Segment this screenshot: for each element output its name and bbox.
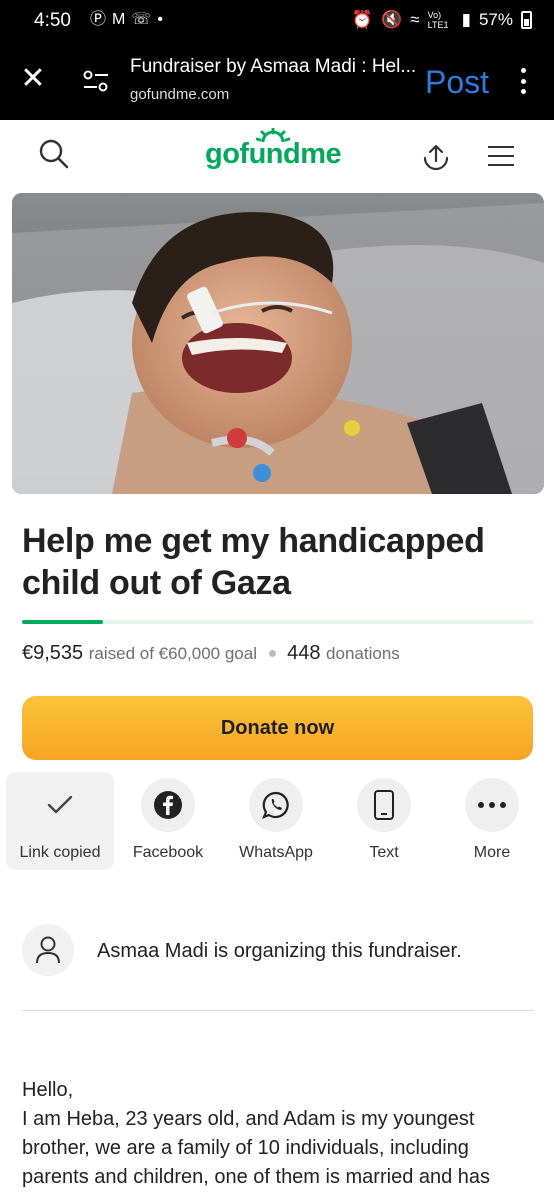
donations-label: donations (326, 644, 400, 663)
donations-count: 448 (287, 642, 321, 664)
share-icon[interactable] (421, 142, 451, 172)
story-text: Hello, I am Heba, 23 years old, and Adam… (22, 1076, 537, 1192)
alarm-icon: ⏰ (351, 10, 374, 29)
share-label: More (473, 844, 511, 861)
organizer-text: Asmaa Madi is organizing this fundraiser… (97, 940, 462, 962)
battery-percent: 57% (478, 10, 513, 29)
user-icon (36, 936, 60, 964)
site-header: gofundme (0, 120, 554, 192)
hamburger-menu-icon[interactable] (488, 146, 514, 166)
status-time: 4:50 (34, 10, 71, 31)
site-settings-icon[interactable] (82, 68, 110, 94)
progress-fill (22, 620, 104, 624)
separator-dot (268, 650, 276, 658)
share-link-copied[interactable]: Link copied (6, 772, 114, 870)
story-line: parents and children, one of them is mar… (22, 1166, 491, 1188)
search-icon[interactable] (38, 138, 70, 170)
story-line: Hello, (22, 1079, 74, 1101)
dot-icon: • (157, 11, 163, 28)
donate-now-button[interactable]: Donate now (22, 696, 533, 760)
close-icon[interactable]: ✕ (18, 64, 48, 94)
wifi-icon: ≈ (410, 10, 420, 29)
pinterest-icon: Ⓟ (90, 11, 107, 28)
network-label: Vo) LTE1 (427, 10, 449, 30)
phone-icon (357, 778, 411, 832)
notification-icons: Ⓟ M ☏ • (90, 10, 163, 30)
story-line: I am Heba, 23 years old, and Adam is my … (22, 1108, 475, 1130)
progress-summary: €9,535 raised of €60,000 goal 448 donati… (22, 642, 400, 665)
share-facebook[interactable]: Facebook (114, 772, 222, 870)
share-more[interactable]: More (438, 772, 546, 870)
mute-icon: 🔇 (381, 10, 403, 29)
post-button[interactable]: Post (425, 64, 489, 101)
facebook-icon (141, 778, 195, 832)
campaign-photo-illustration (12, 193, 544, 494)
goal-text: raised of €60,000 goal (88, 644, 257, 663)
share-label: WhatsApp (239, 844, 313, 861)
organizer-avatar (22, 924, 74, 976)
browser-toolbar: ✕ Fundraiser by Asmaa Madi : Hel... gofu… (0, 42, 554, 120)
battery-icon (521, 11, 532, 29)
story-line: brother, we are a family of 10 individua… (22, 1137, 469, 1159)
campaign-title: Help me get my handicapped child out of … (22, 522, 485, 602)
share-text[interactable]: Text (330, 772, 438, 870)
signal-icon: ▮ (461, 10, 471, 29)
status-right: ⏰ 🔇 ≈ Vo) LTE1 ▮ 57% (352, 10, 532, 30)
share-label: Text (369, 844, 399, 861)
share-options: Link copied Facebook WhatsApp Text More (6, 772, 554, 870)
whatsapp-icon (249, 778, 303, 832)
amount-raised: €9,535 (22, 642, 84, 664)
share-label: Facebook (132, 844, 204, 861)
gofundme-logo[interactable]: gofundme (205, 138, 342, 171)
divider (22, 1010, 534, 1011)
gmail-icon: M (112, 11, 126, 28)
page-domain: gofundme.com (130, 86, 230, 103)
progress-bar (22, 620, 534, 624)
share-whatsapp[interactable]: WhatsApp (222, 772, 330, 870)
whatsapp-notif-icon: ☏ (131, 11, 152, 28)
more-options-icon[interactable] (512, 66, 534, 96)
checkmark-icon (33, 778, 87, 832)
page-title: Fundraiser by Asmaa Madi : Hel... (130, 56, 417, 77)
more-dots-icon (465, 778, 519, 832)
campaign-photo (12, 193, 544, 494)
share-label: Link copied (19, 844, 101, 861)
status-bar: 4:50 Ⓟ M ☏ • ⏰ 🔇 ≈ Vo) LTE1 ▮ 57% (0, 0, 554, 42)
